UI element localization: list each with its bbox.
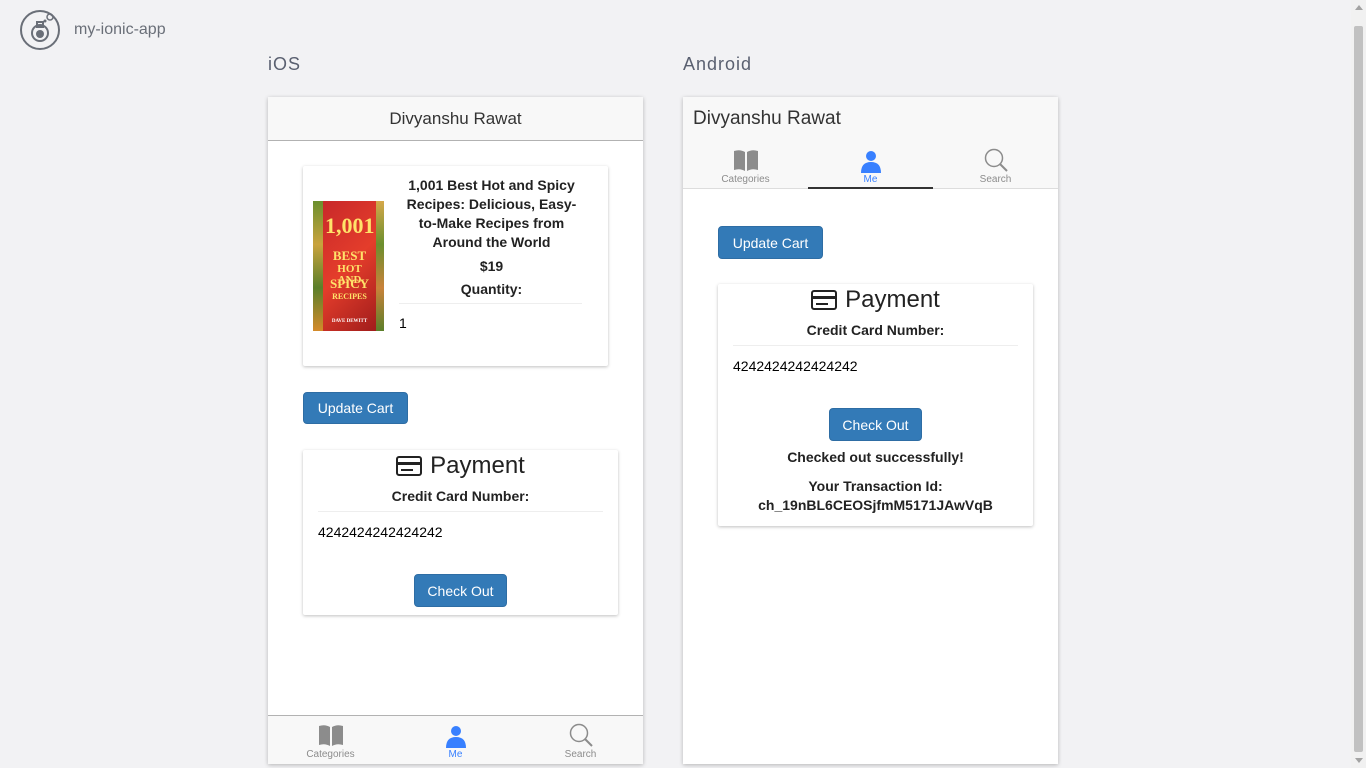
platform-title-android: Android	[683, 54, 753, 74]
credit-card-input[interactable]	[318, 511, 603, 543]
tab-search[interactable]: Search	[518, 716, 643, 764]
platform-title-ios: iOS	[268, 54, 302, 74]
cover-text: RECIPES	[332, 292, 367, 301]
tab-label: Categories	[306, 749, 355, 760]
tab-categories[interactable]: Categories	[683, 140, 808, 188]
payment-card: Payment Credit Card Number: Check Out Ch…	[718, 284, 1033, 526]
update-cart-button[interactable]: Update Cart	[718, 226, 823, 259]
cover-text: BEST	[332, 248, 367, 263]
check-out-button[interactable]: Check Out	[414, 574, 507, 607]
tab-me[interactable]: Me	[393, 716, 518, 764]
checkout-success-message: Checked out successfully!	[787, 449, 964, 465]
transaction-id-label: Your Transaction Id:	[808, 478, 943, 494]
payment-title: Payment	[718, 286, 1033, 314]
credit-card-input[interactable]	[733, 345, 1018, 377]
app-topbar: my-ionic-app	[20, 10, 166, 50]
page-scrollbar[interactable]	[1351, 0, 1366, 768]
person-icon	[445, 726, 466, 748]
quantity-input[interactable]	[399, 303, 582, 333]
tab-label: Me	[863, 174, 878, 185]
credit-card-label: Credit Card Number:	[806, 322, 945, 338]
search-icon	[569, 723, 593, 747]
app-logo-icon	[20, 10, 60, 50]
page-title: Divyanshu Rawat	[389, 108, 522, 128]
search-icon	[984, 148, 1008, 172]
scroll-down-arrow-icon[interactable]	[1355, 758, 1363, 763]
tab-label: Search	[564, 749, 597, 760]
tab-label: Search	[979, 174, 1012, 185]
scroll-up-arrow-icon[interactable]	[1355, 5, 1363, 10]
cover-text: 1,001	[325, 213, 375, 238]
ios-device-preview: Divyanshu Rawat 1,001 BEST HOT AND SPICY…	[268, 97, 643, 764]
quantity-label: Quantity:	[460, 281, 523, 297]
payment-card: Payment Credit Card Number: Check Out	[303, 450, 618, 615]
check-out-button[interactable]: Check Out	[829, 408, 922, 441]
payment-title-text: Payment	[845, 286, 940, 313]
credit-card-label: Credit Card Number:	[391, 488, 530, 504]
credit-card-icon	[396, 456, 423, 476]
payment-title-text: Payment	[430, 452, 525, 479]
payment-title: Payment	[303, 452, 618, 480]
app-name: my-ionic-app	[74, 21, 166, 38]
book-price: $19	[479, 258, 504, 274]
person-icon	[860, 151, 881, 173]
cover-text: DAVE DEWITT	[331, 319, 368, 324]
scrollbar-thumb[interactable]	[1354, 26, 1363, 752]
tab-me[interactable]: Me	[808, 140, 933, 189]
ios-tab-bar: Categories Me Search	[268, 715, 643, 764]
book-icon	[733, 150, 758, 171]
page-title: Divyanshu Rawat	[693, 107, 841, 129]
cover-text: SPICY	[329, 276, 369, 291]
tab-label: Me	[448, 749, 463, 760]
ios-header: Divyanshu Rawat	[268, 97, 643, 141]
book-card: 1,001 BEST HOT AND SPICY RECIPES DAVE DE…	[303, 166, 608, 366]
tab-categories[interactable]: Categories	[268, 716, 393, 764]
book-cover-image: 1,001 BEST HOT AND SPICY RECIPES DAVE DE…	[313, 201, 384, 331]
book-title: 1,001 Best Hot and Spicy Recipes: Delici…	[406, 177, 577, 250]
tab-search[interactable]: Search	[933, 140, 1058, 188]
android-device-preview: Divyanshu Rawat Categories Me Search Upd…	[683, 97, 1058, 764]
book-icon	[318, 725, 343, 746]
android-header: Divyanshu Rawat	[683, 97, 1058, 140]
tab-label: Categories	[721, 174, 770, 185]
credit-card-icon	[811, 290, 838, 310]
update-cart-button[interactable]: Update Cart	[303, 392, 408, 424]
transaction-id-value: ch_19nBL6CEOSjfmM5171JAwVqB	[758, 497, 993, 513]
android-tab-bar: Categories Me Search	[683, 140, 1058, 189]
book-info: 1,001 Best Hot and Spicy Recipes: Delici…	[399, 176, 584, 333]
